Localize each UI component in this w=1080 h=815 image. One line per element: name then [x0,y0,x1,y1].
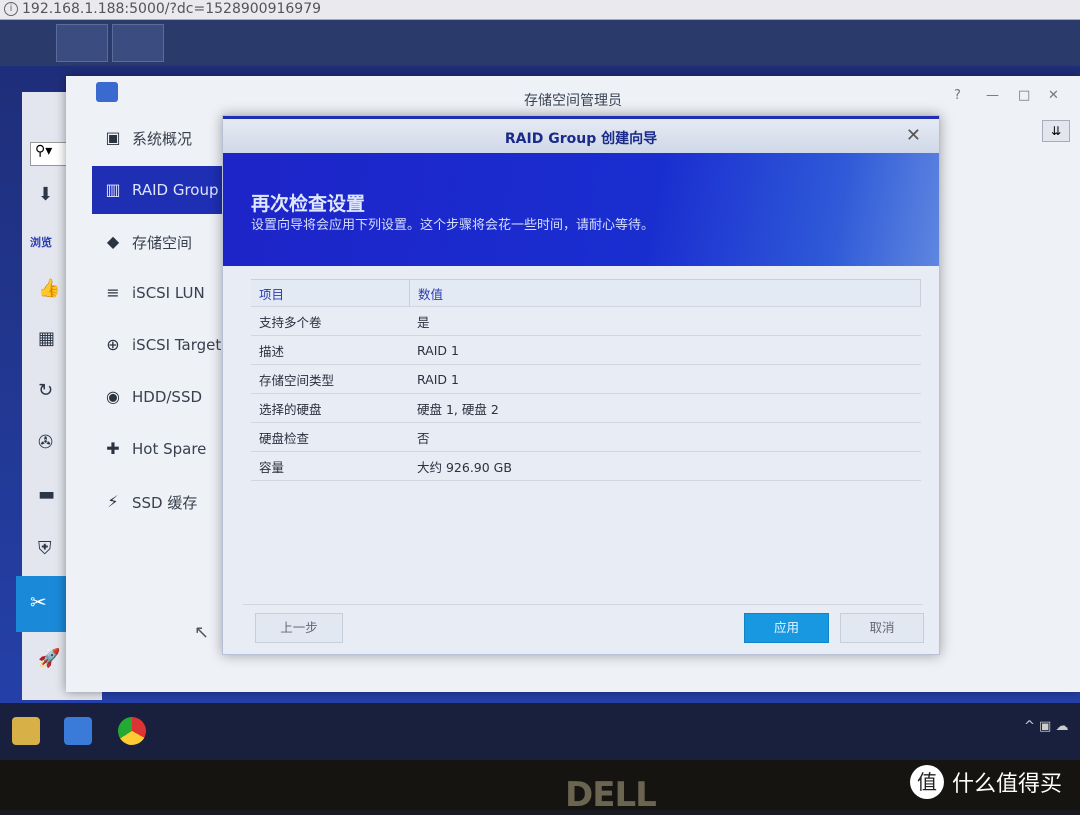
settings-table: 项目 数值 支持多个卷是 描述 RAID 1 存储空间类型 RAID 1 选择的硬盘硬… [251,279,921,481]
banner-subtitle: 设置向导将会应用下列设置。这个步骤将会花一些时间，请耐心等待。 [251,218,655,233]
browse-label: 浏览 [30,236,52,249]
apply-button[interactable]: 应用 [744,613,829,643]
sidebar-item-raid-group[interactable]: ▥ RAID Group [92,166,222,214]
maximize-button[interactable]: □ [1018,88,1030,103]
table-row: 选择的硬盘 硬盘 1, 硬盘 2 [251,394,921,423]
close-icon[interactable]: ✕ [906,125,921,146]
ssd-cache-icon: ⚡ [107,492,119,511]
footer-divider [243,604,923,605]
row-value: 是 [417,314,430,330]
dell-logo: DELL [565,775,657,815]
dialog-banner: 再次检查设置 设置向导将会应用下列设置。这个步骤将会花一些时间，请耐心等待。 [223,153,939,266]
windows-taskbar: ^ ▣ ☁ [0,700,1080,760]
sidebar-item-label: iSCSI Target [132,336,222,354]
sidebar-item-label: HDD/SSD [132,388,203,406]
table-row: 支持多个卷 是 [251,307,921,336]
column-header-value[interactable]: 数值 [409,280,921,306]
url-text[interactable]: 192.168.1.188:5000/?dc=1528900916979 [22,1,321,17]
cubes-icon: ◆ [106,232,120,251]
sidebar-item-label: SSD 缓存 [132,493,198,512]
table-row: 存储空间类型 RAID 1 [251,365,921,394]
thumbs-up-icon[interactable]: 👍 [38,278,60,299]
row-label: 存储空间类型 [259,372,335,388]
sidebar-item-overview[interactable]: ▣ 系统概况 [92,114,222,162]
raid-icon: ▥ [105,180,121,199]
file-explorer-icon[interactable] [12,717,40,745]
close-window-button[interactable]: ✕ [1048,88,1059,103]
briefcase-icon[interactable]: ▬ [38,484,55,505]
app-tab-file-station[interactable] [56,24,108,62]
table-row: 容量 大约 926.90 GB [251,452,921,481]
row-value: 否 [417,430,430,446]
overview-icon: ▣ [105,128,121,147]
sidebar-item-iscsi-target[interactable]: ⊕ iSCSI Target [92,321,222,369]
row-value: RAID 1 [417,371,459,387]
sidebar-item-ssd-cache[interactable]: ⚡ SSD 缓存 [92,478,222,526]
sidebar-item-storage-volume[interactable]: ◆ 存储空间 [92,218,222,266]
row-label: 支持多个卷 [259,314,322,330]
table-header: 项目 数值 [251,279,921,307]
browser-address-bar[interactable]: i 192.168.1.188:5000/?dc=1528900916979 [0,0,1080,20]
plus-box-icon: ✚ [106,439,120,458]
sidebar-item-label: Hot Spare [132,440,207,458]
sort-icon[interactable]: ⇊ [1042,120,1070,142]
sidebar-item-iscsi-lun[interactable]: ≡ iSCSI LUN [92,269,222,317]
film-icon[interactable]: ✇ [38,432,53,453]
watermark: 值 什么值得买 [910,765,1062,799]
minimize-button[interactable]: — [986,88,999,103]
row-value: 大约 926.90 GB [417,459,512,475]
app-strip [0,20,1080,66]
row-value: 硬盘 1, 硬盘 2 [417,401,499,417]
sidebar-item-label: 系统概况 [132,129,193,148]
chrome-icon[interactable] [118,717,146,745]
tray-icons[interactable]: ^ ▣ ☁ [1024,719,1068,734]
row-label: 硬盘检查 [259,430,310,446]
database-icon: ≡ [106,283,120,302]
rocket-icon[interactable]: 🚀 [38,648,60,669]
cancel-button[interactable]: 取消 [840,613,924,643]
mouse-cursor-icon: ↖ [194,622,210,643]
info-icon[interactable]: i [4,2,18,16]
help-button[interactable]: ? [954,88,961,103]
dialog-header: RAID Group 创建向导 ✕ [223,116,939,153]
app-tab-storage-manager[interactable] [112,24,164,62]
row-value: RAID 1 [417,342,459,358]
row-label: 选择的硬盘 [259,401,322,417]
sidebar-item-hot-spare[interactable]: ✚ Hot Spare [92,425,222,473]
tools-icon[interactable]: ✂ [16,576,66,632]
sidebar-item-label: RAID Group [132,181,219,199]
app-icon[interactable] [64,717,92,745]
shield-icon[interactable]: ⛨ [38,538,52,559]
dialog-title: RAID Group 创建向导 [504,131,658,147]
sidebar-item-hdd-ssd[interactable]: ◉ HDD/SSD [92,373,222,421]
banner-heading: 再次检查设置 [251,193,366,215]
table-row: 描述 RAID 1 [251,336,921,365]
row-label: 容量 [259,459,285,475]
table-row: 硬盘检查 否 [251,423,921,452]
globe-icon: ⊕ [106,335,120,354]
column-header-item[interactable]: 项目 [251,284,409,303]
raid-group-wizard-dialog: RAID Group 创建向导 ✕ 再次检查设置 设置向导将会应用下列设置。这个… [222,115,940,655]
disk-icon: ◉ [106,387,120,406]
row-label: 描述 [259,343,285,359]
download-icon[interactable]: ⬇ [38,184,53,205]
watermark-logo: 值 [910,765,944,799]
grid-icon[interactable]: ▦ [38,328,55,349]
watermark-text: 什么值得买 [952,772,1063,797]
sidebar-item-label: 存储空间 [132,233,193,252]
back-button[interactable]: 上一步 [255,613,343,643]
backup-icon[interactable]: ↻ [38,380,53,401]
window-title: 存储空间管理员 [524,93,622,109]
sidebar-item-label: iSCSI LUN [132,284,205,302]
